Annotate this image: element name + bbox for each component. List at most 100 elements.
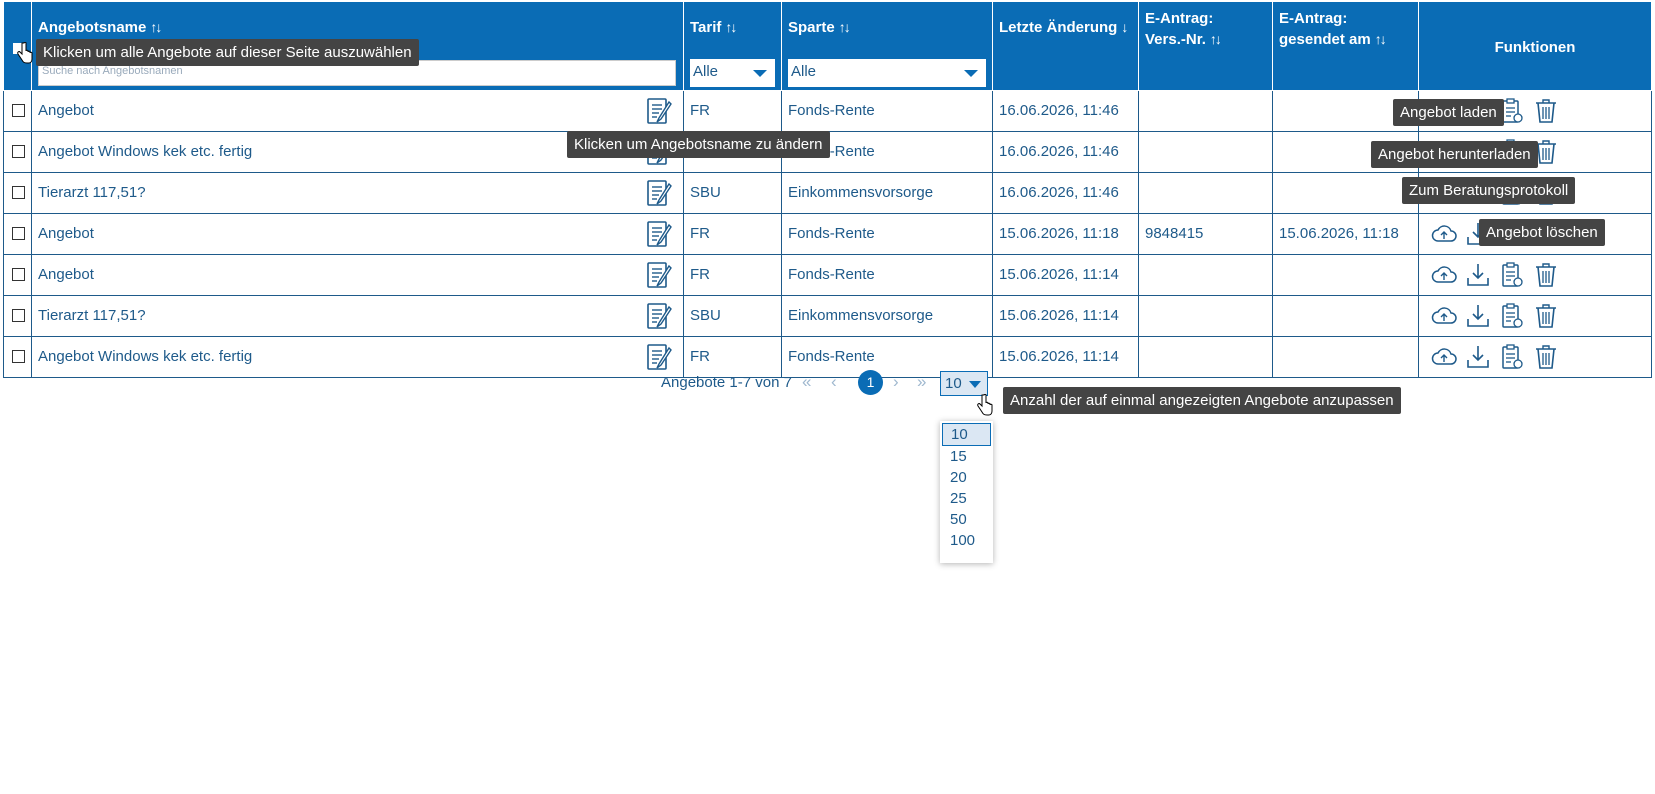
- page-size-option[interactable]: 50: [940, 509, 993, 530]
- offer-vers-nr: 9848415: [1145, 225, 1204, 242]
- offer-tarif: FR: [690, 225, 710, 242]
- cell-tarif: SBU: [683, 295, 782, 337]
- row-checkbox[interactable]: [12, 104, 25, 117]
- offer-name-link[interactable]: Angebot: [38, 225, 94, 242]
- edit-icon[interactable]: [645, 219, 673, 249]
- sort-icon[interactable]: ↑↓: [839, 19, 851, 35]
- cell-versnr: [1138, 131, 1273, 173]
- row-checkbox[interactable]: [12, 309, 25, 322]
- cloud-load-icon[interactable]: [1431, 261, 1457, 289]
- column-header-sparte[interactable]: Sparte ↑↓ Alle: [781, 1, 993, 91]
- offer-last-change: 15.06.2026, 11:14: [999, 266, 1119, 283]
- row-checkbox[interactable]: [12, 227, 25, 240]
- offer-name-link[interactable]: Tierarzt 117,51?: [38, 307, 146, 324]
- offer-tarif: FR: [690, 102, 710, 119]
- page-size-value: 10: [945, 375, 962, 392]
- sort-icon[interactable]: ↑↓: [150, 19, 162, 35]
- cell-versnr: [1138, 254, 1273, 296]
- cell-name[interactable]: Tierarzt 117,51?: [31, 295, 684, 337]
- tarif-filter-select[interactable]: Alle: [690, 59, 775, 87]
- page-size-option[interactable]: 10: [942, 423, 991, 446]
- chevron-down-icon: [753, 70, 767, 77]
- pagination-info: Angebote 1-7 von 7: [661, 374, 792, 391]
- page-size-option[interactable]: 20: [940, 467, 993, 488]
- edit-icon[interactable]: [645, 301, 673, 331]
- tooltip-select-all: Klicken um alle Angebote auf dieser Seit…: [36, 39, 419, 66]
- clipboard-protocol-icon[interactable]: [1499, 343, 1525, 371]
- cell-date: 16.06.2026, 11:46: [992, 131, 1139, 173]
- cell-versnr: [1138, 90, 1273, 132]
- column-header-tarif[interactable]: Tarif ↑↓ Alle: [683, 1, 782, 91]
- trash-icon[interactable]: [1533, 261, 1559, 289]
- row-actions: [1431, 343, 1559, 371]
- offer-name-link[interactable]: Angebot: [38, 266, 94, 283]
- download-icon[interactable]: [1465, 261, 1491, 289]
- edit-icon[interactable]: [645, 178, 673, 208]
- cell-versnr: [1138, 172, 1273, 214]
- current-page-button[interactable]: 1: [858, 370, 883, 395]
- header-letzte-label: Letzte Änderung: [999, 19, 1118, 36]
- offer-sparte: Fonds-Rente: [788, 348, 875, 365]
- header-gesendet-line2: gesendet am: [1279, 31, 1371, 48]
- cell-sparte: Fonds-Rente: [781, 213, 993, 255]
- cell-name[interactable]: Angebot: [31, 254, 684, 296]
- page-size-option[interactable]: 100: [940, 530, 993, 551]
- row-checkbox[interactable]: [12, 186, 25, 199]
- page-size-select[interactable]: 10: [940, 371, 988, 396]
- offer-last-change: 16.06.2026, 11:46: [999, 184, 1119, 201]
- sort-desc-icon[interactable]: ↓: [1121, 19, 1128, 35]
- offer-last-change: 15.06.2026, 11:14: [999, 348, 1119, 365]
- offer-sparte: Fonds-Rente: [788, 102, 875, 119]
- sparte-filter-select[interactable]: Alle: [788, 59, 986, 87]
- last-page-button[interactable]: »: [917, 372, 926, 392]
- clipboard-protocol-icon[interactable]: [1499, 302, 1525, 330]
- edit-icon[interactable]: [645, 260, 673, 290]
- cloud-load-icon[interactable]: [1431, 343, 1457, 371]
- download-icon[interactable]: [1465, 302, 1491, 330]
- offer-sparte: Einkommensvorsorge: [788, 184, 934, 201]
- trash-icon[interactable]: [1533, 302, 1559, 330]
- cloud-load-icon[interactable]: [1431, 302, 1457, 330]
- row-checkbox[interactable]: [12, 350, 25, 363]
- cell-date: 16.06.2026, 11:46: [992, 172, 1139, 214]
- download-icon[interactable]: [1465, 343, 1491, 371]
- row-checkbox[interactable]: [12, 268, 25, 281]
- offer-name-link[interactable]: Tierarzt 117,51?: [38, 184, 146, 201]
- cell-name[interactable]: Angebot: [31, 213, 684, 255]
- page-size-option[interactable]: 25: [940, 488, 993, 509]
- cell-name[interactable]: Angebot: [31, 90, 684, 132]
- sort-icon[interactable]: ↑↓: [1210, 31, 1222, 47]
- column-header-letzte-aenderung[interactable]: Letzte Änderung ↓: [992, 1, 1139, 91]
- offer-name-link[interactable]: Angebot: [38, 102, 94, 119]
- page-size-option[interactable]: 15: [940, 446, 993, 467]
- table-row[interactable]: Tierarzt 117,51? SBU Einkommensvorsorge 15.…: [3, 295, 1652, 337]
- tooltip-delete: Angebot löschen: [1479, 219, 1605, 246]
- trash-icon[interactable]: [1533, 97, 1559, 125]
- sort-icon[interactable]: ↑↓: [725, 19, 737, 35]
- column-header-gesendet[interactable]: E-Antrag: gesendet am ↑↓: [1272, 1, 1419, 91]
- first-page-button[interactable]: «: [802, 372, 811, 392]
- trash-icon[interactable]: [1533, 343, 1559, 371]
- cell-name[interactable]: Tierarzt 117,51?: [31, 172, 684, 214]
- prev-page-button[interactable]: ‹: [831, 372, 837, 392]
- page-size-dropdown: 10 15 20 25 50 100: [940, 421, 993, 563]
- table-row[interactable]: Angebot FR Fonds-Rente 15.06.2026, 11:18 984…: [3, 213, 1652, 255]
- cell-sparte: Einkommensvorsorge: [781, 295, 993, 337]
- row-select-cell: [3, 90, 32, 132]
- offer-last-change: 16.06.2026, 11:46: [999, 143, 1119, 160]
- table-row[interactable]: Angebot FR Fonds-Rente 15.06.2026, 11:14: [3, 254, 1652, 296]
- offer-name-link[interactable]: Angebot Windows kek etc. fertig: [38, 143, 252, 160]
- offer-name-link[interactable]: Angebot Windows kek etc. fertig: [38, 348, 252, 365]
- edit-icon[interactable]: [645, 96, 673, 126]
- offer-tarif: FR: [690, 266, 710, 283]
- next-page-button[interactable]: ›: [893, 372, 899, 392]
- row-checkbox[interactable]: [12, 145, 25, 158]
- cell-tarif: SBU: [683, 172, 782, 214]
- sort-icon[interactable]: ↑↓: [1375, 31, 1387, 47]
- cloud-load-icon[interactable]: [1431, 220, 1457, 248]
- cell-sparte: Fonds-Rente: [781, 90, 993, 132]
- row-actions: [1431, 302, 1559, 330]
- clipboard-protocol-icon[interactable]: [1499, 261, 1525, 289]
- cell-tarif: FR: [683, 90, 782, 132]
- column-header-versnr[interactable]: E-Antrag: Vers.-Nr. ↑↓: [1138, 1, 1273, 91]
